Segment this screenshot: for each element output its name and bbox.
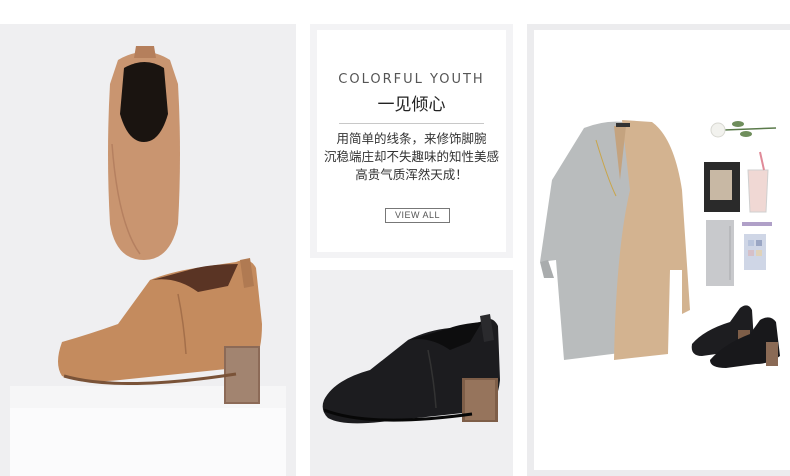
tan-bootie-side-view — [58, 258, 262, 404]
promo-body-line: 高贵气质浑然天成！ — [355, 167, 468, 182]
outfit-panel-inner — [534, 30, 790, 470]
black-bootie-panel[interactable] — [310, 270, 513, 476]
flower-stem — [723, 127, 777, 131]
black-bootie-image — [322, 314, 500, 424]
tan-bootie-image — [58, 46, 262, 404]
lip-pencil — [742, 222, 772, 226]
coat-label — [616, 123, 630, 127]
outfit-panel[interactable] — [527, 24, 790, 476]
promo-card: COLORFUL YOUTH 一见倾心 用简单的线条，来修饰脚腕 沉稳端庄却不失… — [310, 24, 513, 258]
promo-body: 用简单的线条，来修饰脚腕 沉稳端庄却不失趣味的知性美感 高贵气质浑然天成！ — [317, 130, 506, 184]
promo-title-en: COLORFUL YOUTH — [338, 72, 485, 87]
cup — [747, 169, 769, 213]
promo-card-inner: COLORFUL YOUTH 一见倾心 用简单的线条，来修饰脚腕 沉稳端庄却不失… — [317, 30, 506, 252]
eyeshadow-palette — [744, 234, 766, 270]
promo-body-line: 用简单的线条，来修饰脚腕 — [336, 131, 487, 146]
tan-bootie-panel[interactable] — [0, 24, 296, 476]
promo-divider — [339, 123, 484, 124]
outfit-flatlay-image — [540, 120, 780, 368]
tan-bootie-top-view — [108, 46, 180, 260]
view-all-button[interactable]: VIEW ALL — [385, 208, 450, 223]
promo-title-cn: 一见倾心 — [377, 95, 446, 115]
promo-body-line: 沉稳端庄却不失趣味的知性美感 — [323, 149, 499, 164]
